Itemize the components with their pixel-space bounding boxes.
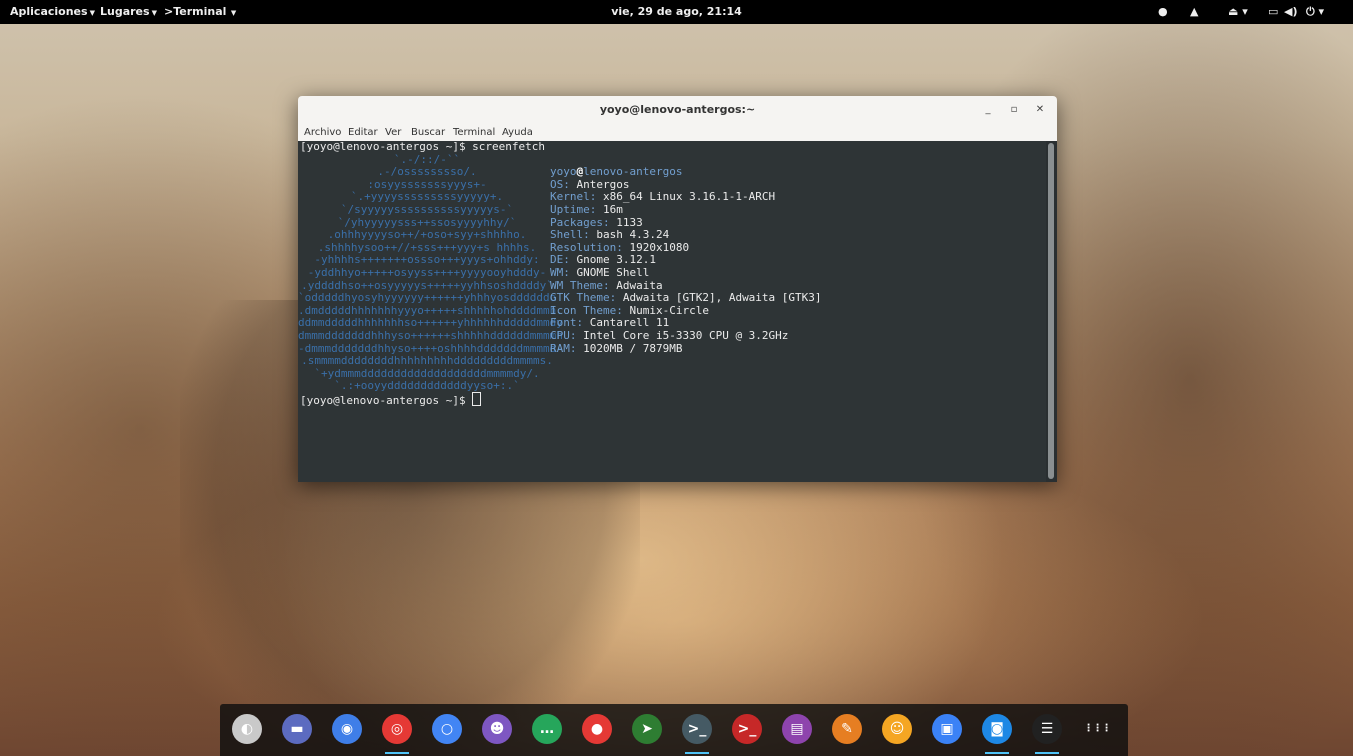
user-name: yoyo	[550, 165, 577, 179]
maximize-icon[interactable]: ▫	[1006, 102, 1022, 118]
logo-line: `/syyyyyssssssssssyyyyys-`	[340, 203, 514, 216]
info-value: 1020MB / 7879MB	[576, 341, 683, 355]
info-key: Uptime:	[550, 203, 597, 216]
terminal-red-icon[interactable]: >_	[732, 714, 762, 744]
menu-bar: Archivo Editar Ver Buscar Terminal Ayuda	[298, 124, 1057, 141]
logo-line: `odddddhyosyhyyyyyy++++++yhhhyosddddddo	[298, 291, 557, 305]
info-value: 16m	[596, 203, 623, 216]
settings-toggle-icon[interactable]: ◐	[232, 714, 262, 744]
info-value: Adwaita	[609, 278, 663, 292]
wifi-icon[interactable]: ▲	[1190, 0, 1198, 24]
screenshot-icon[interactable]: ◙	[982, 714, 1012, 744]
info-value: Gnome 3.12.1	[569, 253, 656, 267]
running-indicator	[1035, 752, 1059, 754]
info-value: Adwaita [GTK2], Adwaita [GTK3]	[616, 291, 822, 305]
command-line: [yoyo@lenovo-antergos ~]$ screenfetch	[300, 140, 546, 153]
menu-buscar[interactable]: Buscar	[411, 124, 445, 141]
info-key: WM:	[550, 266, 570, 279]
running-indicator	[685, 752, 709, 754]
menu-archivo[interactable]: Archivo	[304, 124, 341, 141]
info-line: RAM: 1020MB / 7879MB	[550, 341, 683, 356]
info-key: WM Theme:	[550, 278, 610, 292]
text-cursor	[472, 392, 482, 406]
info-value: 1133	[609, 215, 643, 229]
info-key: Shell:	[550, 228, 590, 242]
scrollbar[interactable]	[1046, 141, 1057, 482]
info-key: Kernel:	[550, 190, 597, 204]
text-editor-icon[interactable]: ▤	[782, 714, 812, 744]
info-value: Antergos	[569, 177, 630, 191]
info-value: x86_64 Linux 3.16.1-1-ARCH	[596, 190, 776, 204]
info-value: Cantarell 11	[583, 316, 670, 330]
info-key: Resolution:	[550, 240, 623, 254]
pidgin-icon[interactable]: ☻	[482, 714, 512, 744]
firefox-icon[interactable]: ◉	[332, 714, 362, 744]
chat-icon[interactable]: …	[532, 714, 562, 744]
menu-ayuda[interactable]: Ayuda	[502, 124, 533, 141]
ghost-icon[interactable]: ☺	[882, 714, 912, 744]
logo-line: dmmmdddddddhhhyso++++++shhhhhddddddmmmmh	[298, 329, 563, 342]
files-icon[interactable]: ▬	[282, 714, 312, 744]
shortcut-icon[interactable]: ➤	[632, 714, 662, 744]
running-indicator	[985, 752, 1009, 754]
clock[interactable]: vie, 29 de ago, 21:14	[0, 0, 1353, 24]
info-key: CPU:	[550, 329, 577, 342]
info-key: Font:	[550, 316, 584, 330]
terminal-icon[interactable]: >_	[682, 714, 712, 744]
info-key: Icon Theme:	[550, 303, 623, 317]
logo-line: .-/osssssssso/.	[377, 165, 477, 179]
eject-icon[interactable]: ⏏ ▾	[1228, 0, 1248, 24]
menu-terminal[interactable]: Terminal	[453, 124, 495, 141]
info-key: RAM:	[550, 341, 577, 355]
chromium-icon[interactable]: ○	[432, 714, 462, 744]
app-grid-icon[interactable]: ⋮⋮⋮	[1082, 714, 1112, 744]
running-indicator	[385, 752, 409, 754]
window-title: yoyo@lenovo-antergos:~	[599, 103, 756, 116]
dock: ◐ ▬ ◉ ◎ ○ ☻ … ● ➤ >_ >_ ▤ ✎ ☺ ▣ ◙ ☰ ⋮⋮⋮	[220, 704, 1128, 756]
sound-recorder-icon[interactable]: ●	[582, 714, 612, 744]
info-value: bash 4.3.24	[589, 228, 670, 242]
info-value: Intel Core i5-3330 CPU @ 3.2GHz	[576, 329, 789, 342]
active-prompt: [yoyo@lenovo-antergos ~]$	[300, 392, 482, 408]
top-bar: Aplicaciones ▼ Lugares ▼ >Terminal ▼ vie, …	[0, 0, 1353, 24]
toggle-icon[interactable]: ▣	[932, 714, 962, 744]
network-icon[interactable]: ▭	[1268, 0, 1278, 24]
title-bar[interactable]: yoyo@lenovo-antergos:~ _ ▫ ✕	[298, 96, 1057, 124]
minimize-icon[interactable]: _	[980, 102, 996, 118]
scrollbar-thumb[interactable]	[1048, 143, 1054, 479]
power-icon[interactable]: ⏻ ▾	[1306, 0, 1324, 24]
close-icon[interactable]: ✕	[1032, 102, 1048, 118]
info-key: Packages:	[550, 215, 610, 229]
logo-line: -yddhhyo+++++osyyss++++yyyyooyhdddy-	[307, 266, 547, 279]
terminal-window: yoyo@lenovo-antergos:~ _ ▫ ✕ Archivo Edi…	[298, 96, 1057, 482]
info-value: Numix-Circle	[622, 303, 709, 317]
info-key: DE:	[550, 253, 570, 267]
info-key: GTK Theme:	[550, 291, 617, 305]
task-list-icon[interactable]: ☰	[1032, 714, 1062, 744]
record-status-icon[interactable]: ●	[1158, 0, 1168, 24]
volume-icon[interactable]: ◀)	[1284, 0, 1298, 24]
gimp-icon[interactable]: ✎	[832, 714, 862, 744]
terminal-output[interactable]: [yoyo@lenovo-antergos ~]$ screenfetch `.…	[298, 140, 1046, 482]
menu-editar[interactable]: Editar	[348, 124, 378, 141]
host-name: lenovo-antergos	[583, 165, 683, 179]
info-value: GNOME Shell	[569, 266, 650, 279]
menu-ver[interactable]: Ver	[385, 124, 401, 141]
info-value: 1920x1080	[622, 240, 690, 254]
logo-line: .smmmmddddddddhhhhhhhhhdddddddddmmmms.	[301, 354, 553, 368]
logo-line: .ohhhyyyyso++/+oso+syy+shhhho.	[327, 228, 527, 242]
chrome-icon[interactable]: ◎	[382, 714, 412, 744]
info-key: OS:	[550, 177, 570, 191]
